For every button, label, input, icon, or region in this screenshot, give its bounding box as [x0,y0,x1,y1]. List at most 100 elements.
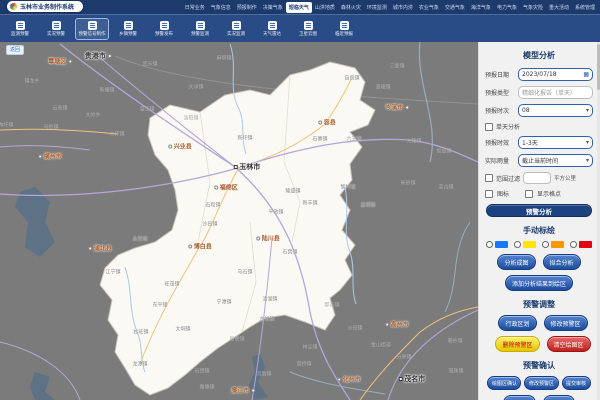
forecast-time-select[interactable]: 08 ▾ [518,104,593,117]
map-label: 和寮镇 [229,336,244,343]
map-label: 隆盛镇 [285,188,300,195]
map-label: 六王镇 [346,136,361,143]
top-menu-item[interactable]: 决策气象 [260,2,286,13]
map-label: 木梓镇 [109,131,124,138]
map-label-text: 镇龙乡 [24,78,39,85]
single-day-label: 单天分析 [496,122,520,131]
warning-analysis-button[interactable]: 预警分析 [486,204,592,217]
admin-region-button[interactable]: 行政区划 [498,315,536,331]
forecast-date-input[interactable]: 2023/07/18 ▦ [518,68,593,81]
warning-color-option-2[interactable] [542,241,564,248]
analysis-panel: 模型分析 预报日期 2023/07/18 ▦ 预报类型 精细化报告（单天） 预报… [478,42,600,400]
map-label: 黎村镇 [340,184,355,191]
map-label-text: 永安镇 [132,236,147,243]
confirm-drawing-area-button[interactable]: 绘图区确认 [487,376,521,390]
top-menu-item[interactable]: 日常业务 [182,2,208,13]
top-menu-item[interactable]: 短临天气 [286,2,312,13]
map-label: 茶山镇 [438,184,453,191]
top-menu: 日常业务气象信息预报制作决策气象短临天气山洪地质森林火灾环境监测城市内涝农业气象… [182,0,598,14]
warning-color-option-0[interactable] [486,241,508,248]
sub-nav-item[interactable]: 实况监测 [219,18,253,40]
top-menu-item[interactable]: 环境监测 [364,2,390,13]
map-label-text: 高州市 [391,320,409,329]
map-label-text: 波塘镇 [375,84,390,91]
show-grid-checkbox[interactable] [525,190,533,198]
document-icon [196,21,205,30]
map-label-text: 新圩镇 [237,135,252,142]
fit-analysis-button[interactable]: 拟合分析 [543,254,581,270]
map-label: 乌石镇 [237,269,252,276]
top-menu-item[interactable]: 系统管理 [572,2,598,13]
modify-warning-area-confirm-button[interactable]: 修改预警区 [524,376,558,390]
sub-nav-item[interactable]: 天气雷达 [255,18,289,40]
clear-drawing-area-button[interactable]: 清空绘图区 [547,336,591,352]
warning-color-option-3[interactable] [570,241,592,248]
step-nav-buttons: 上一步 下一步 [485,395,593,400]
map-label: 云表镇 [52,105,67,112]
icon-checkbox[interactable] [485,190,493,198]
sub-nav-item[interactable]: 预警信号制作 [75,18,109,40]
map-label-text: 博白县 [194,242,212,251]
top-menu-item[interactable]: 预报制作 [234,2,260,13]
chevron-down-icon[interactable]: ▾ [586,108,589,114]
forecast-validity-select[interactable]: 1-3天 ▾ [518,136,593,149]
map-label: 旺茂镇 [164,281,179,288]
chevron-down-icon[interactable]: ▾ [586,158,589,164]
top-menu-item[interactable]: 城市内涝 [390,2,416,13]
single-day-checkbox[interactable] [485,123,493,131]
sub-nav-item[interactable]: 实况预警 [39,18,73,40]
submit-review-button[interactable]: 提交审核 [562,376,591,390]
warning-color-option-1[interactable] [514,241,536,248]
map-label-text: 河唇镇 [256,371,271,378]
map-label-text: 三堡镇 [389,63,404,70]
map-label: 官桥镇 [296,361,311,368]
top-menu-item[interactable]: 电力气象 [494,2,520,13]
top-menu-item[interactable]: 森林火灾 [338,2,364,13]
top-menu-item[interactable]: 山洪地质 [312,2,338,13]
range-filter-checkbox[interactable] [485,174,493,182]
top-menu-item[interactable]: 重大活动 [546,2,572,13]
top-menu-item[interactable]: 气象信息 [208,2,234,13]
previous-step-button[interactable]: 上一步 [503,395,535,400]
place-marker-icon [214,185,218,189]
modify-warning-area-button[interactable]: 修改预警区 [544,315,588,331]
chevron-down-icon[interactable]: ▾ [586,140,589,146]
sub-nav-item[interactable]: 监测预警 [3,18,37,40]
calendar-icon[interactable]: ▦ [583,72,589,78]
map-label-text: 茶山镇 [438,184,453,191]
delete-warning-area-button[interactable]: 删除预警区 [495,336,539,352]
map-back-link[interactable]: 返回 [6,45,24,55]
map-label: 岑溪市 [385,103,409,112]
range-filter-label: 范围过滤 [496,174,520,183]
forecast-type-input[interactable]: 精细化报告（单天） [518,86,593,99]
sub-nav-item[interactable]: 卫星云图 [291,18,325,40]
radio-icon[interactable] [542,241,549,248]
sub-nav-item[interactable]: 临近预报 [327,18,361,40]
range-filter-input[interactable] [523,172,551,184]
radio-icon[interactable] [514,241,521,248]
radio-icon[interactable] [486,241,493,248]
map-label: 石窝镇 [282,249,297,256]
sub-nav-item[interactable]: 乡镇预警 [111,18,145,40]
analysis-to-map-button[interactable]: 分析成图 [497,254,535,270]
actual-rain-label: 实际雨量 [485,156,515,165]
map-label: 古城镇 [259,316,274,323]
top-menu-item[interactable]: 交通气象 [442,2,468,13]
sub-nav-item[interactable]: 预警监测 [183,18,217,40]
add-analysis-result-button[interactable]: 添加分析结果到绘区 [505,275,573,291]
map-label-text: 朱砂镇 [400,180,415,187]
next-step-button[interactable]: 下一步 [543,395,575,400]
top-menu-item[interactable]: 海洋气象 [468,2,494,13]
map-label: 盆垌镇 [360,202,375,209]
place-marker-icon [68,59,72,63]
top-menu-item[interactable]: 气象灾险 [520,2,546,13]
map-canvas[interactable]: 返回 贵港市覃塘区武乐镇麻垌镇镇龙乡新塘镇大洋镇云表镇大岭乡湛江镇洛阳镇马岭镇陶… [0,42,478,400]
actual-rain-select[interactable]: 截止当前时间 ▾ [518,154,593,167]
sub-nav-item-label: 预警发布 [155,31,173,37]
color-swatch [523,241,536,248]
radio-icon[interactable] [570,241,577,248]
map-label: 林尘镇 [302,344,317,351]
map-label: 大隆镇 [406,138,421,145]
sub-nav-item[interactable]: 预警发布 [147,18,181,40]
top-menu-item[interactable]: 农业气象 [416,2,442,13]
